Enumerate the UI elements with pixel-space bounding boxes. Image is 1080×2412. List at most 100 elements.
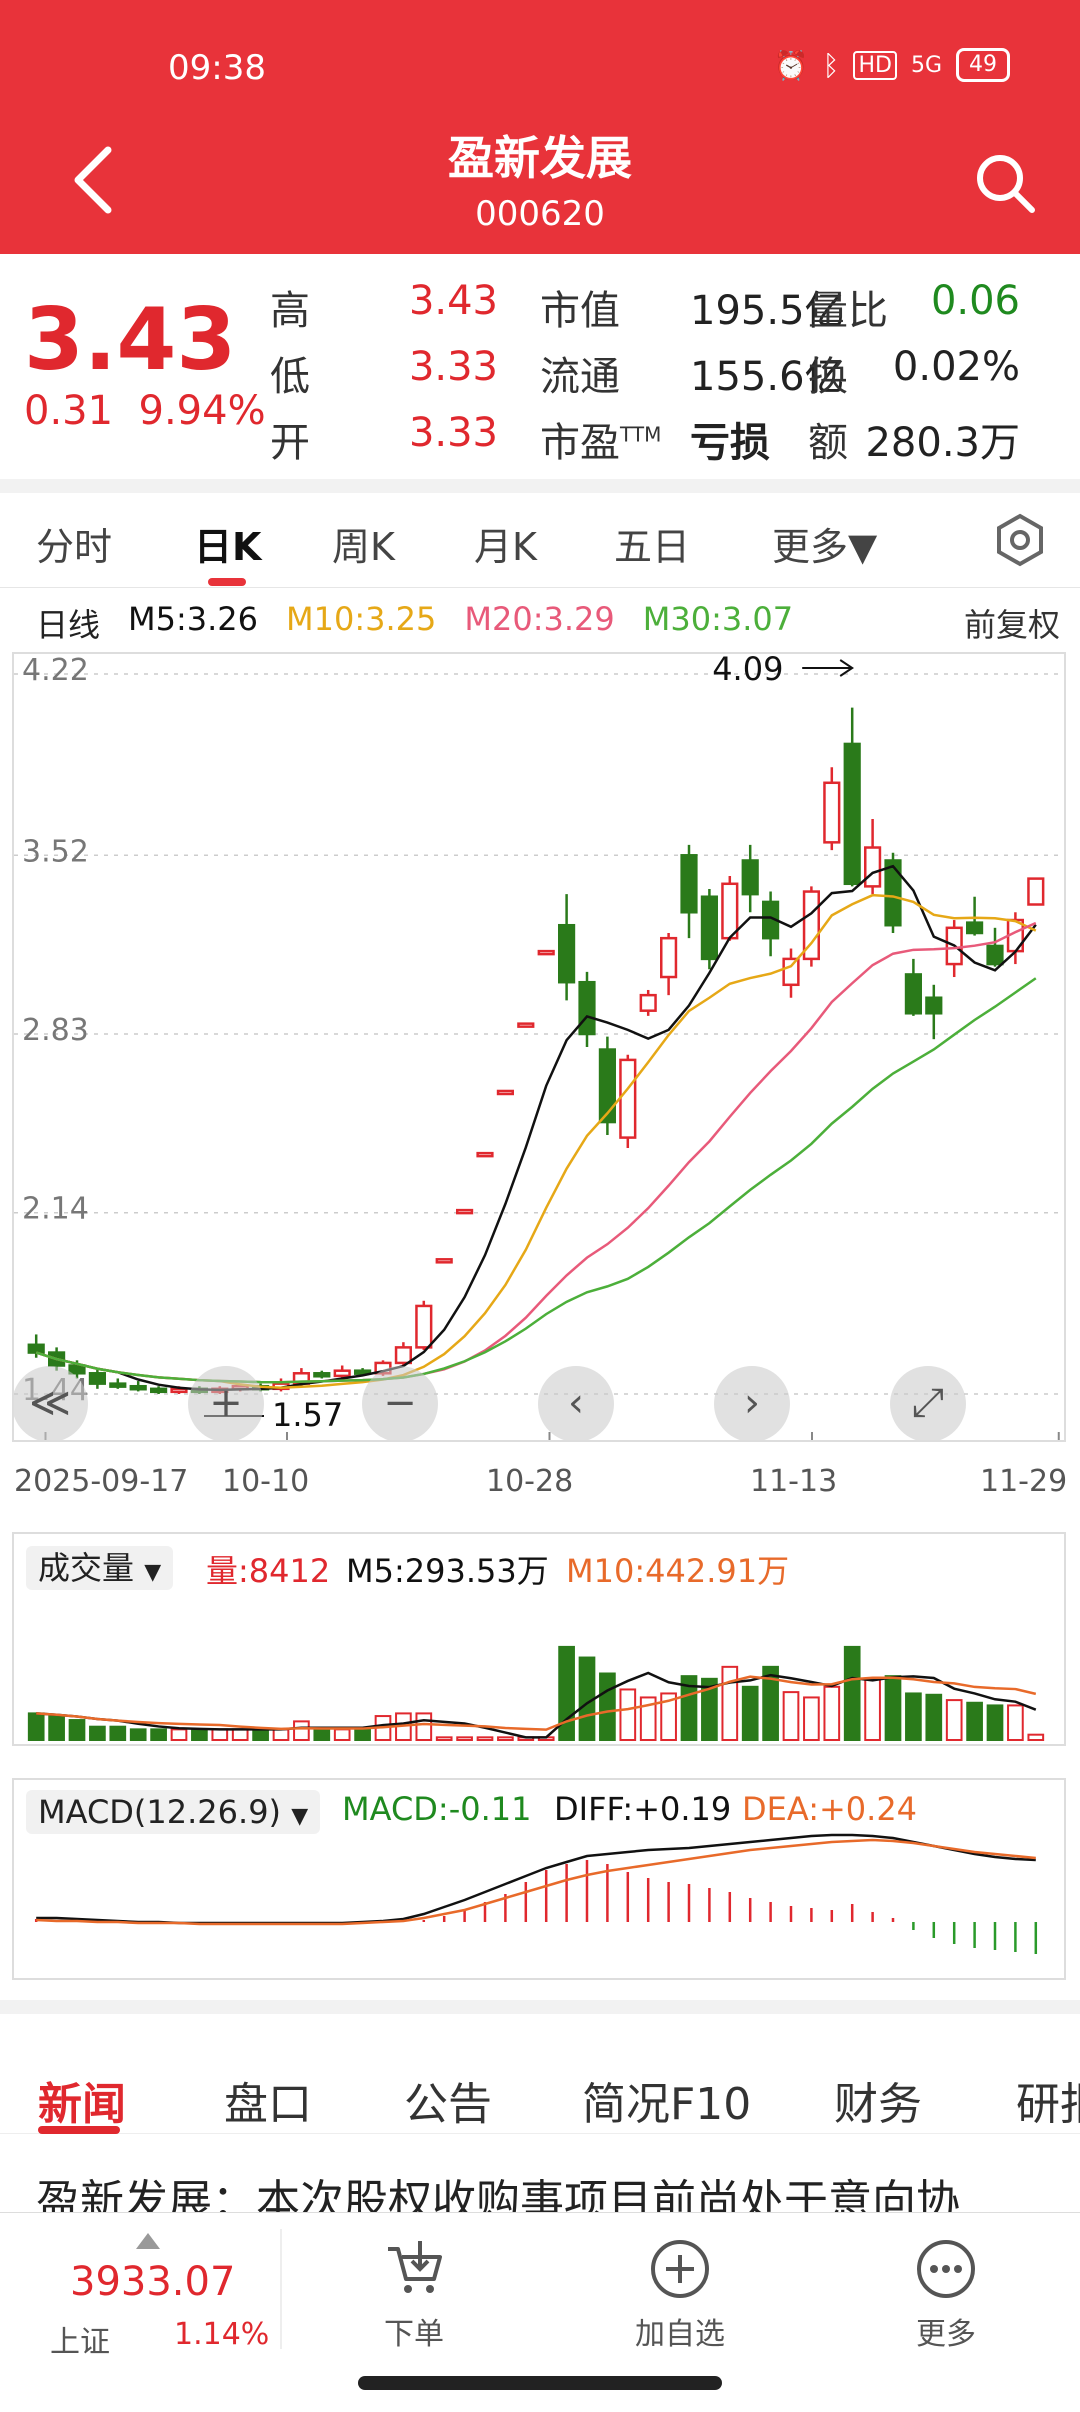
candle-body <box>884 859 902 927</box>
tab-news[interactable]: 新闻 <box>38 2068 126 2132</box>
volume-bar <box>129 1728 147 1742</box>
quote-v2: 亏损 <box>690 420 770 466</box>
order-button[interactable]: 下单 <box>334 2237 494 2353</box>
date-label: 10-10 <box>222 1464 310 1499</box>
candle-body <box>966 921 984 935</box>
candle-body <box>660 936 678 979</box>
candle-body <box>27 1343 45 1354</box>
news-headline[interactable]: 盈新发展：本次股权收购事项目前尚处于意向协 <box>36 2172 1080 2212</box>
quote-v3: 0.06 <box>930 278 1020 324</box>
tab-intraday[interactable]: 分时 <box>36 516 112 571</box>
search-button[interactable] <box>970 148 1040 218</box>
zoom-out-button[interactable]: − <box>362 1366 438 1442</box>
prev-icon: ‹ <box>568 1380 584 1426</box>
volume-bar <box>333 1728 351 1742</box>
info-tabs: 新闻 盘口 公告 简况F10 财务 研报 <box>0 2014 1080 2134</box>
volume-bar <box>293 1720 310 1742</box>
candle-body <box>598 1048 616 1124</box>
tab-weekly-k[interactable]: 周K <box>332 516 395 571</box>
candle-body <box>435 1258 453 1264</box>
home-pill[interactable] <box>358 2376 722 2390</box>
candle-body <box>1027 877 1045 906</box>
y-tick-label: 4.22 <box>22 654 89 688</box>
diff-line <box>36 1833 1036 1925</box>
divider <box>0 479 1080 493</box>
tab-f10[interactable]: 简况F10 <box>582 2068 751 2132</box>
candle-body <box>986 944 1004 966</box>
more-label: 更多 <box>916 2317 976 2352</box>
more-button[interactable]: 更多 <box>866 2237 1026 2353</box>
ma-legend: 日线 M5:3.26 M10:3.25 M20:3.29 M30:3.07 <box>36 600 1060 646</box>
active-tab-indicator <box>208 578 246 586</box>
candle-body <box>496 1089 514 1096</box>
settings-hex-icon[interactable] <box>992 512 1048 568</box>
up-arrow-icon <box>136 2233 160 2249</box>
volume-bar <box>741 1685 759 1742</box>
candle-body <box>782 957 800 987</box>
volume-bar <box>823 1685 841 1742</box>
high-price-label: 4.09 <box>712 654 783 688</box>
volume-bar <box>884 1675 902 1742</box>
fullscreen-icon: ⤢ <box>912 1380 944 1426</box>
tab-finance[interactable]: 财务 <box>834 2068 922 2132</box>
candle-body <box>109 1382 127 1388</box>
index-value[interactable]: 3933.07 <box>70 2259 235 2305</box>
tab-order-book[interactable]: 盘口 <box>224 2068 312 2132</box>
candle-body <box>578 980 596 1036</box>
tab-daily-k[interactable]: 日K <box>194 516 261 571</box>
ma20-line <box>35 921 1037 1384</box>
tab-more[interactable]: 更多▼ <box>772 516 877 571</box>
divider <box>0 2000 1080 2014</box>
quote-v3: 280.3万 <box>865 420 1020 466</box>
volume-bar <box>68 1719 86 1742</box>
kline-svg: 4.223.522.832.141.444.091.57≪+−‹›⤢ <box>12 650 1064 1442</box>
tab-announcements[interactable]: 公告 <box>404 2068 492 2132</box>
change-pct: 9.94% <box>138 388 266 434</box>
add-watchlist-button[interactable]: 加自选 <box>600 2237 760 2353</box>
prev-button[interactable]: ‹ <box>538 1366 614 1442</box>
quote-v3: 0.02% <box>892 344 1020 390</box>
volume-bar <box>476 1736 494 1741</box>
ma10-value: M10:3.25 <box>286 600 437 638</box>
volume-bar <box>48 1715 65 1741</box>
next-button[interactable]: › <box>714 1366 790 1442</box>
index-name: 上证 <box>50 2325 110 2360</box>
volume-panel: 成交量 ▼ 量:8412 M5:293.53万 M10:442.91万 <box>12 1532 1066 1746</box>
order-label: 下单 <box>384 2317 444 2352</box>
fullscreen-button[interactable]: ⤢ <box>890 1366 966 1442</box>
volume-bar <box>925 1693 943 1741</box>
status-icons: ⏰ ᛒ HD 5G 49 <box>774 48 1010 82</box>
alarm-icon: ⏰ <box>773 48 809 82</box>
plus-circle-icon <box>651 2240 709 2298</box>
zoom-in-icon: + <box>209 1380 243 1426</box>
dea-line <box>36 1838 1036 1926</box>
quote-l2: 市盈TTM <box>540 420 662 466</box>
battery-icon: 49 <box>956 48 1010 82</box>
kline-chart[interactable]: 4.223.522.832.141.444.091.57≪+−‹›⤢ <box>12 650 1066 1442</box>
date-label: 11-13 <box>750 1464 838 1499</box>
tab-five-day[interactable]: 五日 <box>614 516 690 571</box>
candle-body <box>129 1384 147 1391</box>
chart-tabs: 分时 日K 周K 月K 五日 更多▼ <box>0 492 1080 588</box>
volume-bar <box>435 1736 453 1741</box>
tab-monthly-k[interactable]: 月K <box>474 516 537 571</box>
last-price: 3.43 <box>24 290 237 390</box>
adjust-mode[interactable]: 前复权 <box>964 600 1060 646</box>
ma10-line <box>35 893 1037 1390</box>
quote-l2: 流通 <box>540 354 620 400</box>
ma30-line <box>35 977 1037 1384</box>
ma-label: 日线 <box>36 606 101 644</box>
zoom-in-button[interactable]: + <box>188 1366 264 1442</box>
status-time: 09:38 <box>168 48 266 88</box>
volume-bar <box>782 1691 800 1741</box>
date-label: 11-29 <box>980 1464 1068 1499</box>
candle-body <box>517 1022 535 1028</box>
quote-v1: 3.33 <box>408 410 498 456</box>
ma5-value: M5:3.26 <box>128 600 259 638</box>
tab-research[interactable]: 研报 <box>1016 2068 1080 2132</box>
candle-body <box>864 846 882 888</box>
y-tick-label: 2.14 <box>22 1192 89 1227</box>
bottom-bar: 3933.07 上证 1.14% 下单 加自选 更多 <box>0 2212 1080 2368</box>
volume-bar <box>252 1728 269 1742</box>
ma30-value: M30:3.07 <box>642 600 794 638</box>
